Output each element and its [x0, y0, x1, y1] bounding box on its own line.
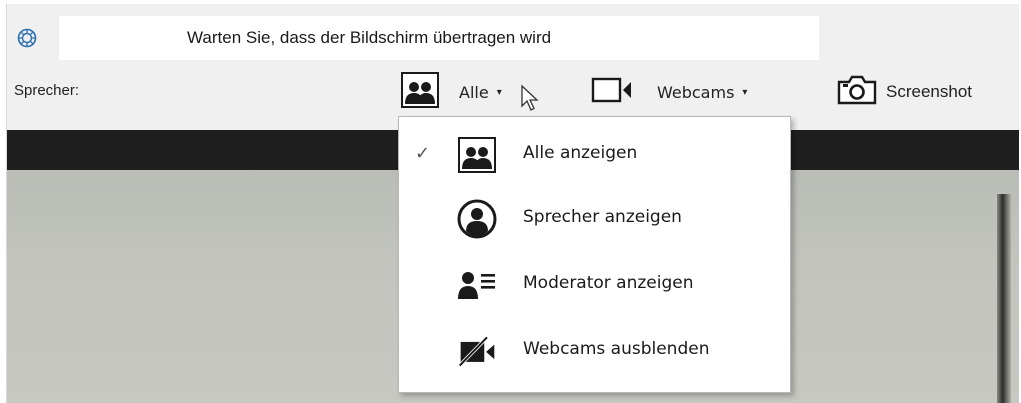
menu-item-label: Moderator anzeigen [523, 273, 694, 293]
moderator-icon [457, 265, 497, 305]
webcams-dropdown-button[interactable]: Webcams ▾ [591, 72, 747, 112]
menu-item-show-all[interactable]: ✓ Alle anzeigen [399, 125, 790, 185]
layout-dropdown-menu: ✓ Alle anzeigen Sprecher anzeigen Modera… [398, 116, 791, 393]
layout-button-label: Alle [459, 82, 489, 102]
camera-icon [836, 74, 878, 110]
video-camera-icon [591, 76, 633, 108]
menu-item-show-speaker[interactable]: Sprecher anzeigen [399, 189, 790, 249]
screenshot-button-label: Screenshot [886, 82, 972, 101]
window-title: Warten Sie, dass der Bildschirm übertrag… [187, 28, 552, 47]
video-off-icon [457, 331, 497, 371]
people-icon [401, 72, 439, 112]
chevron-down-icon: ▾ [742, 86, 748, 98]
screenshot-button[interactable]: Screenshot [836, 72, 972, 112]
menu-item-label: Alle anzeigen [523, 143, 638, 163]
speaker-label: Sprecher: [14, 82, 80, 99]
video-frame-edge [997, 194, 1011, 403]
title-bar: Warten Sie, dass der Bildschirm übertrag… [7, 4, 1019, 68]
menu-item-hide-webcams[interactable]: Webcams ausblenden [399, 321, 790, 381]
user-circle-icon [457, 199, 497, 239]
title-field: Warten Sie, dass der Bildschirm übertrag… [59, 16, 819, 60]
menu-item-show-moderator[interactable]: Moderator anzeigen [399, 255, 790, 315]
people-icon [457, 135, 497, 175]
mouse-cursor-icon [520, 84, 542, 116]
menu-item-label: Webcams ausblenden [523, 339, 710, 359]
menu-item-label: Sprecher anzeigen [523, 207, 682, 227]
chevron-down-icon: ▾ [496, 86, 502, 98]
checkmark-icon: ✓ [415, 143, 431, 164]
webcams-button-label: Webcams [657, 82, 735, 102]
layout-dropdown-button[interactable]: Alle ▾ [401, 72, 502, 112]
app-logo-icon [17, 28, 37, 48]
